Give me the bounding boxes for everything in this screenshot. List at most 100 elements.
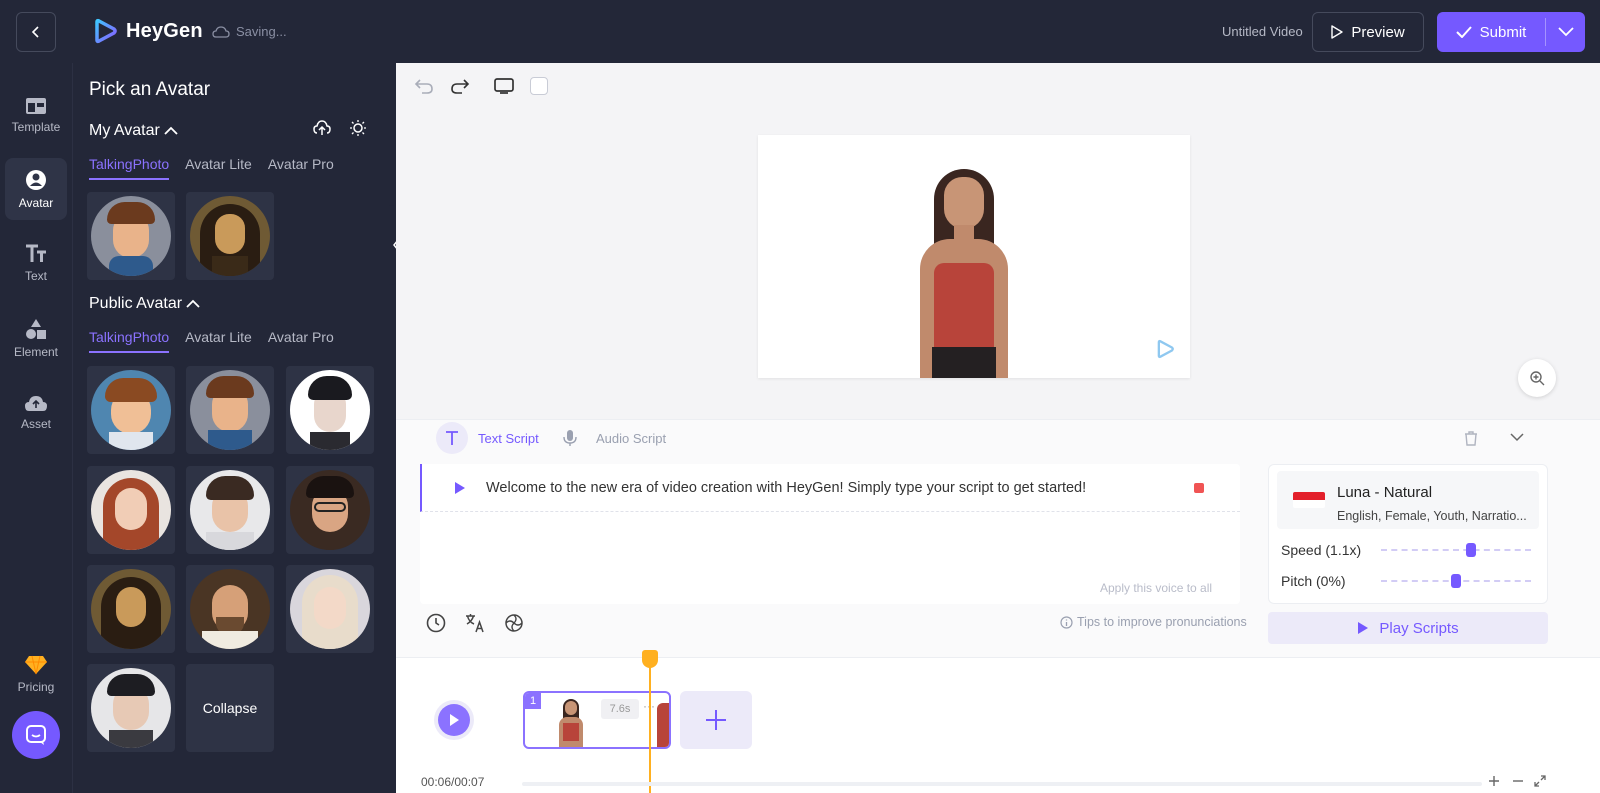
zoom-out-icon[interactable] xyxy=(1512,775,1524,787)
upload-icon[interactable] xyxy=(313,119,331,137)
check-icon xyxy=(1455,26,1472,38)
nav-item-pricing[interactable]: Pricing xyxy=(5,643,67,705)
add-clip-button[interactable] xyxy=(680,691,752,749)
avatar-tile[interactable] xyxy=(186,192,274,280)
apply-voice-link[interactable]: Apply this voice to all xyxy=(1100,581,1212,595)
avatar-image xyxy=(91,196,171,276)
play-scripts-button[interactable]: Play Scripts xyxy=(1268,612,1548,644)
public-avatar-tabs: TalkingPhoto Avatar Lite Avatar Pro xyxy=(89,329,334,353)
speed-slider-thumb[interactable] xyxy=(1466,543,1476,557)
avatar-image xyxy=(290,370,370,450)
chat-icon xyxy=(26,725,46,745)
script-editor[interactable]: Welcome to the new era of video creation… xyxy=(420,464,1240,604)
clock-icon[interactable] xyxy=(426,613,446,633)
translate-icon[interactable] xyxy=(465,613,485,633)
nav-item-avatar[interactable]: Avatar xyxy=(5,158,67,220)
chevron-left-icon xyxy=(31,26,39,38)
avatar-tile[interactable] xyxy=(87,466,175,554)
trash-icon[interactable] xyxy=(1464,431,1478,446)
avatar-image xyxy=(290,470,370,550)
zoom-in-icon[interactable] xyxy=(1488,775,1500,787)
info-icon xyxy=(1060,615,1073,629)
submit-button[interactable]: Submit xyxy=(1437,12,1585,52)
top-bar: HeyGen Saving... Untitled Video Preview … xyxy=(0,0,1600,63)
avatar-tile[interactable] xyxy=(87,664,175,752)
my-avatar-title: My Avatar xyxy=(89,122,160,139)
avatar-tile[interactable] xyxy=(286,366,374,454)
playhead[interactable] xyxy=(649,650,651,793)
tab-avatar-pro[interactable]: Avatar Pro xyxy=(268,329,334,353)
lightbulb-icon[interactable] xyxy=(349,119,367,137)
zoom-button[interactable] xyxy=(1518,359,1556,397)
tab-avatar-lite[interactable]: Avatar Lite xyxy=(185,156,252,180)
clip-duration: 7.6s xyxy=(601,699,639,719)
cloud-icon xyxy=(212,25,230,38)
plus-icon xyxy=(706,710,726,730)
avatar-tile[interactable] xyxy=(87,192,175,280)
avatar-tile[interactable] xyxy=(186,366,274,454)
chat-support-button[interactable] xyxy=(12,711,60,759)
nav-item-element[interactable]: Element xyxy=(5,307,67,369)
logo[interactable]: HeyGen xyxy=(92,18,203,44)
video-canvas[interactable] xyxy=(758,135,1190,378)
timeline-scrollbar[interactable] xyxy=(522,782,1482,786)
voice-selector[interactable]: Luna - Natural English, Female, Youth, N… xyxy=(1277,471,1539,529)
tab-talkingphoto[interactable]: TalkingPhoto xyxy=(89,329,170,353)
nav-item-asset[interactable]: Asset xyxy=(5,381,67,443)
avatar-tile[interactable] xyxy=(186,565,274,653)
back-button[interactable] xyxy=(16,12,56,52)
clip-thumbnail xyxy=(553,697,589,747)
video-title[interactable]: Untitled Video xyxy=(1222,24,1303,39)
preview-button[interactable]: Preview xyxy=(1312,12,1424,52)
tab-talkingphoto[interactable]: TalkingPhoto xyxy=(89,156,170,180)
speed-label: Speed (1.1x) xyxy=(1281,542,1362,558)
submit-main[interactable]: Submit xyxy=(1437,12,1545,52)
stop-icon[interactable] xyxy=(1194,483,1204,493)
aspect-ratio-icon[interactable] xyxy=(494,77,514,95)
avatar-image xyxy=(190,569,270,649)
avatar-tile[interactable] xyxy=(87,366,175,454)
tips-link[interactable]: Tips to improve pronunciations xyxy=(1060,615,1247,629)
pitch-slider-thumb[interactable] xyxy=(1451,574,1461,588)
ai-icon[interactable] xyxy=(504,613,524,633)
script-panel: Text Script Audio Script Welcome to the … xyxy=(396,419,1600,657)
avatar-tile[interactable] xyxy=(87,565,175,653)
collapse-button[interactable]: Collapse xyxy=(186,664,274,752)
avatar-tile[interactable] xyxy=(186,466,274,554)
nav-label-pricing: Pricing xyxy=(17,679,55,694)
tab-audio-script[interactable]: Audio Script xyxy=(554,420,666,456)
background-color-swatch[interactable] xyxy=(530,77,548,95)
tab-avatar-pro[interactable]: Avatar Pro xyxy=(268,156,334,180)
tips-label: Tips to improve pronunciations xyxy=(1077,615,1247,629)
avatar-image xyxy=(91,569,171,649)
public-avatar-header[interactable]: Public Avatar xyxy=(89,295,200,313)
script-text[interactable]: Welcome to the new era of video creation… xyxy=(486,480,1086,496)
undo-icon[interactable] xyxy=(414,77,434,95)
nav-label-template: Template xyxy=(11,119,61,134)
fit-icon[interactable] xyxy=(1534,775,1546,787)
timeline-play-button[interactable] xyxy=(438,704,470,736)
nav-item-template[interactable]: Template xyxy=(5,84,67,146)
script-line[interactable]: Welcome to the new era of video creation… xyxy=(420,464,1240,512)
avatar-image xyxy=(190,370,270,450)
nav-item-text[interactable]: Text xyxy=(5,232,67,294)
my-avatar-header[interactable]: My Avatar xyxy=(89,122,178,140)
avatar-tile[interactable] xyxy=(286,466,374,554)
clip-thumbnail xyxy=(657,703,669,747)
chevron-down-icon xyxy=(1557,27,1574,37)
play-icon[interactable] xyxy=(454,481,466,495)
chevron-down-icon[interactable] xyxy=(1510,433,1524,442)
avatar-tile[interactable] xyxy=(286,565,374,653)
audio-script-label: Audio Script xyxy=(596,430,667,446)
element-icon xyxy=(26,318,46,339)
speed-slider[interactable] xyxy=(1381,549,1531,551)
avatar-image xyxy=(290,569,370,649)
text-icon xyxy=(26,244,46,262)
panel-title: Pick an Avatar xyxy=(89,79,211,100)
avatar-image xyxy=(91,370,171,450)
redo-icon[interactable] xyxy=(450,77,470,95)
submit-dropdown[interactable] xyxy=(1546,12,1585,52)
tab-avatar-lite[interactable]: Avatar Lite xyxy=(185,329,252,353)
template-icon xyxy=(26,97,46,114)
tab-text-script[interactable]: Text Script xyxy=(436,420,539,456)
